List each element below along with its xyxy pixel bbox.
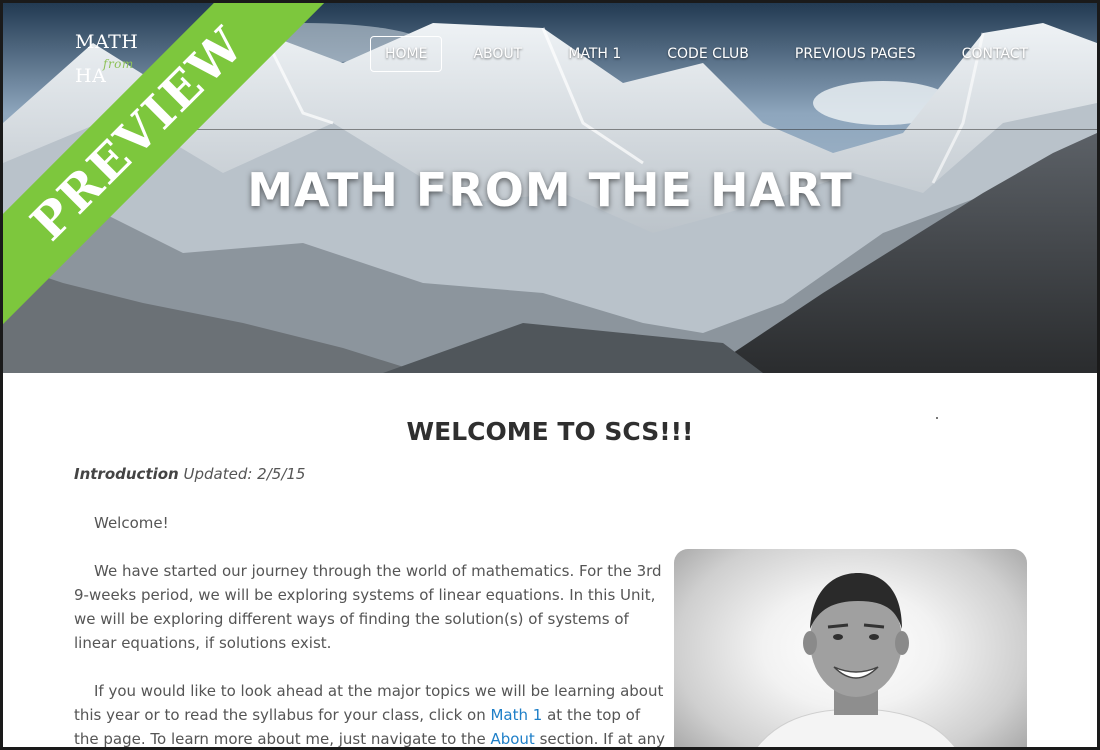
logo-script: from <box>103 57 134 71</box>
main-navigation: HOME ABOUT MATH 1 CODE CLUB PREVIOUS PAG… <box>370 36 1045 72</box>
hero-banner: MATH HA from HOME ABOUT MATH 1 CODE CLUB… <box>3 3 1097 373</box>
nav-home[interactable]: HOME <box>370 36 443 72</box>
about-link[interactable]: About <box>490 730 534 747</box>
teacher-portrait-image <box>756 573 956 747</box>
teacher-photo <box>674 549 1027 747</box>
nav-contact[interactable]: CONTACT <box>947 36 1043 72</box>
intro-label: Introduction <box>74 465 179 483</box>
math-1-link[interactable]: Math 1 <box>490 706 542 724</box>
paragraph-welcome: Welcome! <box>74 511 669 535</box>
welcome-text: Welcome! <box>94 514 169 532</box>
hero-title: MATH FROM THE HART <box>247 163 853 217</box>
paragraph-navigation: If you would like to look ahead at the m… <box>74 679 669 747</box>
paragraph-journey: We have started our journey through the … <box>74 559 669 655</box>
nav-about[interactable]: ABOUT <box>458 36 537 72</box>
intro-updated: Updated: 2/5/15 <box>178 465 306 483</box>
nav-math-1[interactable]: MATH 1 <box>553 36 636 72</box>
nav-code-club[interactable]: CODE CLUB <box>652 36 764 72</box>
page-heading: WELCOME TO SCS!!! <box>406 417 694 446</box>
intro-line: Introduction Updated: 2/5/15 <box>74 465 305 483</box>
journey-text: We have started our journey through the … <box>74 562 662 652</box>
site-logo[interactable]: MATH HA from <box>75 25 138 93</box>
nav-previous-pages[interactable]: PREVIOUS PAGES <box>780 36 931 72</box>
browser-frame: MATH HA from HOME ABOUT MATH 1 CODE CLUB… <box>0 0 1100 750</box>
main-content: WELCOME TO SCS!!! Introduction Updated: … <box>3 373 1097 747</box>
header-divider <box>188 129 1097 130</box>
